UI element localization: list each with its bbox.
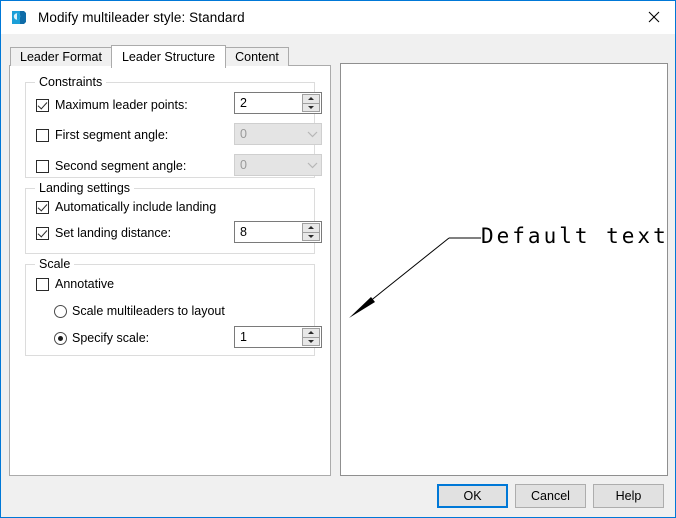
tab-content[interactable]: Content <box>225 47 289 66</box>
annotative-checkbox[interactable] <box>36 277 49 291</box>
chevron-down-icon <box>303 162 321 169</box>
autocad-icon <box>11 9 28 26</box>
landing-settings-group: Landing settings Automatically include l… <box>25 181 322 254</box>
auto-include-landing-label: Automatically include landing <box>55 200 217 214</box>
second-segment-angle-value: 0 <box>240 158 247 172</box>
help-button[interactable]: Help <box>593 484 664 508</box>
max-leader-points-spinner[interactable]: 2 <box>234 92 322 114</box>
specify-scale-spin-buttons <box>301 328 320 346</box>
second-segment-angle-label: Second segment angle: <box>55 159 187 173</box>
tab-leader-format[interactable]: Leader Format <box>10 47 112 66</box>
second-segment-angle-checkbox[interactable] <box>36 159 49 173</box>
landing-settings-group-title: Landing settings <box>35 181 135 195</box>
scale-group-title: Scale <box>35 257 75 271</box>
tab-strip: Leader Format Leader Structure Content <box>10 45 289 68</box>
landing-distance-spinner[interactable]: 8 <box>234 221 322 243</box>
scale-to-layout-row: Scale multileaders to layout <box>54 301 225 321</box>
scale-to-layout-label: Scale multileaders to layout <box>72 304 225 318</box>
specify-scale-value[interactable]: 1 <box>235 327 301 347</box>
first-segment-angle-checkbox[interactable] <box>36 128 49 142</box>
modify-multileader-style-dialog: Modify multileader style: Standard Leade… <box>0 0 676 518</box>
max-leader-points-value[interactable]: 2 <box>235 93 301 113</box>
auto-include-landing-row: Automatically include landing <box>36 197 216 217</box>
auto-include-landing-checkbox[interactable] <box>36 200 49 214</box>
first-segment-angle-row: First segment angle: <box>36 125 168 145</box>
constraints-group: Constraints Maximum leader points: 2 Fir… <box>25 75 322 178</box>
constraints-group-title: Constraints <box>35 75 107 89</box>
spin-down-icon[interactable] <box>302 102 320 112</box>
leader-line-graphic <box>349 237 481 318</box>
annotative-label: Annotative <box>55 277 115 291</box>
leader-structure-panel: Constraints Maximum leader points: 2 Fir… <box>9 65 331 476</box>
first-segment-angle-value: 0 <box>240 127 247 141</box>
close-icon[interactable] <box>631 1 675 33</box>
spin-up-icon[interactable] <box>302 328 320 337</box>
annotative-row: Annotative <box>36 274 114 294</box>
max-leader-points-checkbox[interactable] <box>36 98 49 112</box>
first-segment-angle-combo[interactable]: 0 <box>234 123 322 145</box>
spin-down-icon[interactable] <box>302 231 320 241</box>
specify-scale-radio[interactable] <box>54 331 67 345</box>
set-landing-distance-label: Set landing distance: <box>55 226 172 240</box>
window-title: Modify multileader style: Standard <box>38 10 245 25</box>
specify-scale-spinner[interactable]: 1 <box>234 326 322 348</box>
second-segment-angle-combo[interactable]: 0 <box>234 154 322 176</box>
landing-distance-value[interactable]: 8 <box>235 222 301 242</box>
landing-distance-spin-buttons <box>301 223 320 241</box>
set-landing-distance-row: Set landing distance: <box>36 223 171 243</box>
max-leader-points-row: Maximum leader points: <box>36 95 188 115</box>
scale-to-layout-radio[interactable] <box>54 304 67 318</box>
chevron-down-icon <box>303 131 321 138</box>
title-bar: Modify multileader style: Standard <box>1 1 675 34</box>
specify-scale-label: Specify scale: <box>72 331 150 345</box>
spin-up-icon[interactable] <box>302 223 320 232</box>
specify-scale-row: Specify scale: <box>54 328 149 348</box>
preview-default-text: Default text <box>481 224 668 248</box>
scale-group: Scale Annotative Scale multileaders to l… <box>25 257 322 356</box>
cancel-button[interactable]: Cancel <box>515 484 586 508</box>
max-leader-points-spin-buttons <box>301 94 320 112</box>
ok-button[interactable]: OK <box>437 484 508 508</box>
multileader-preview-pane: Default text <box>340 63 668 476</box>
spin-down-icon[interactable] <box>302 336 320 346</box>
tab-leader-structure[interactable]: Leader Structure <box>110 45 227 68</box>
second-segment-angle-row: Second segment angle: <box>36 156 186 176</box>
first-segment-angle-label: First segment angle: <box>55 128 169 142</box>
set-landing-distance-checkbox[interactable] <box>36 226 49 240</box>
spin-up-icon[interactable] <box>302 94 320 103</box>
max-leader-points-label: Maximum leader points: <box>55 98 188 112</box>
